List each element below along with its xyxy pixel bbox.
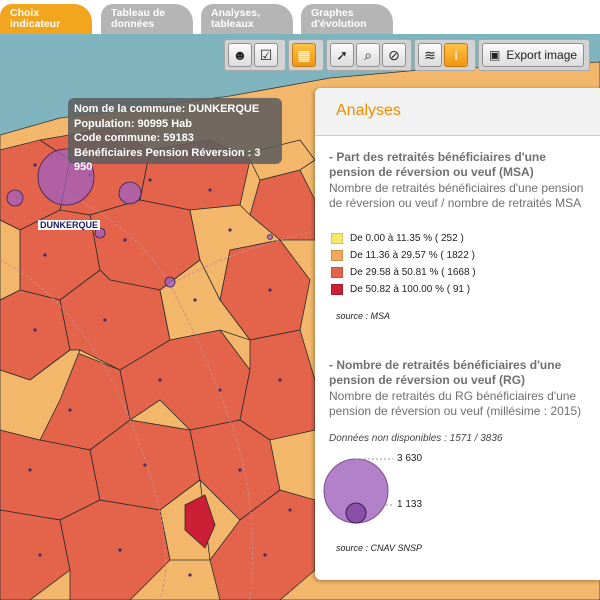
panel-header: Analyses bbox=[315, 88, 600, 136]
tab-label-line2: données bbox=[111, 18, 155, 30]
section-rg-title: - Nombre de retraités bénéficiaires d'un… bbox=[329, 358, 562, 387]
commune-tooltip: Nom de la commune: DUNKERQUE Population:… bbox=[68, 98, 282, 173]
legend-row: De 50.82 à 100.00 % ( 91 ) bbox=[331, 282, 470, 296]
table-icon[interactable]: ▦ bbox=[292, 43, 316, 67]
section-msa-subtitle: Nombre de retraités bénéficiaires d'une … bbox=[329, 181, 584, 210]
tab-label-line2: indicateur bbox=[10, 18, 61, 30]
pointer-icon[interactable]: ➚ bbox=[330, 43, 354, 67]
tooltip-code: Code commune: 59183 bbox=[74, 132, 194, 144]
legend-label: De 50.82 à 100.00 % ( 91 ) bbox=[350, 283, 471, 295]
legend-swatch bbox=[331, 283, 343, 295]
section-rg-subtitle: Nombre de retraités du RG bénéficiaires … bbox=[329, 389, 582, 418]
mask-check-icon[interactable]: ☑ bbox=[254, 43, 278, 67]
info-icon[interactable]: i bbox=[444, 43, 468, 67]
layers-icon[interactable]: ≋ bbox=[418, 43, 442, 67]
city-label-dunkerque: DUNKERQUE bbox=[38, 220, 101, 230]
section-msa-title: - Part des retraités bénéficiaires d'une… bbox=[329, 150, 546, 179]
commune-polygons bbox=[0, 127, 316, 600]
pan-disabled-icon[interactable]: ⊘ bbox=[382, 43, 406, 67]
mask-icon[interactable]: ☻ bbox=[228, 43, 252, 67]
tooltip-beneficiaires: Bénéficiaires Pension Réversion : 3 950 bbox=[74, 146, 261, 174]
source-cnav: source : CNAV SNSP bbox=[336, 543, 423, 553]
export-image-button[interactable]: ▣ Export image bbox=[482, 43, 585, 67]
legend-row: De 0.00 à 11.35 % ( 252 ) bbox=[331, 231, 464, 245]
tab-analyses-tableaux[interactable]: Analyses, tableaux bbox=[201, 4, 293, 34]
panel-title: Analyses bbox=[336, 102, 401, 119]
legend-label: De 0.00 à 11.35 % ( 252 ) bbox=[350, 232, 464, 244]
legend-label: De 29.58 à 50.81 % ( 1668 ) bbox=[350, 266, 476, 278]
zoom-icon[interactable]: ⌕ bbox=[356, 43, 380, 67]
legend-swatch bbox=[331, 249, 343, 261]
image-icon: ▣ bbox=[489, 48, 501, 62]
toolbar-group-table: ▦ bbox=[288, 39, 324, 71]
legend-min-value: 1 133 bbox=[397, 499, 423, 510]
source-msa: source : MSA bbox=[336, 311, 391, 321]
tab-graphes-evolution[interactable]: Graphes d'évolution bbox=[301, 4, 393, 34]
toolbar-group-export: ▣ Export image bbox=[478, 39, 590, 71]
legend-label: De 11.36 à 29.57 % ( 1822 ) bbox=[350, 249, 475, 261]
tab-bar: Choix indicateur Tableau de données Anal… bbox=[0, 0, 600, 34]
tooltip-commune-name: Nom de la commune: DUNKERQUE bbox=[74, 103, 260, 115]
tab-label-line2: tableaux bbox=[211, 18, 254, 30]
legend-row: De 11.36 à 29.57 % ( 1822 ) bbox=[331, 248, 475, 262]
legend-swatch bbox=[331, 232, 343, 244]
proportional-legend bbox=[323, 458, 393, 524]
legend-max-value: 3 630 bbox=[397, 453, 423, 464]
export-image-label: Export image bbox=[506, 48, 578, 62]
toolbar-group-masks: ☻ ☑ bbox=[224, 39, 286, 71]
tab-tableau-donnees[interactable]: Tableau de données bbox=[101, 4, 193, 34]
tooltip-population: Population: 90995 Hab bbox=[74, 117, 192, 130]
legend-circle-min bbox=[345, 502, 367, 524]
toolbar-group-navigation: ➚ ⌕ ⊘ bbox=[326, 39, 412, 71]
no-data-note: Données non disponibles : 1571 / 3836 bbox=[329, 433, 503, 444]
legend-swatch bbox=[331, 266, 343, 278]
tab-choix-indicateur[interactable]: Choix indicateur bbox=[0, 4, 92, 34]
legend-row: De 29.58 à 50.81 % ( 1668 ) bbox=[331, 265, 476, 279]
tab-label-line2: d'évolution bbox=[311, 18, 367, 30]
analyses-panel: Analyses - Part des retraités bénéficiai… bbox=[315, 88, 600, 580]
toolbar-group-layers: ≋ i bbox=[414, 39, 476, 71]
